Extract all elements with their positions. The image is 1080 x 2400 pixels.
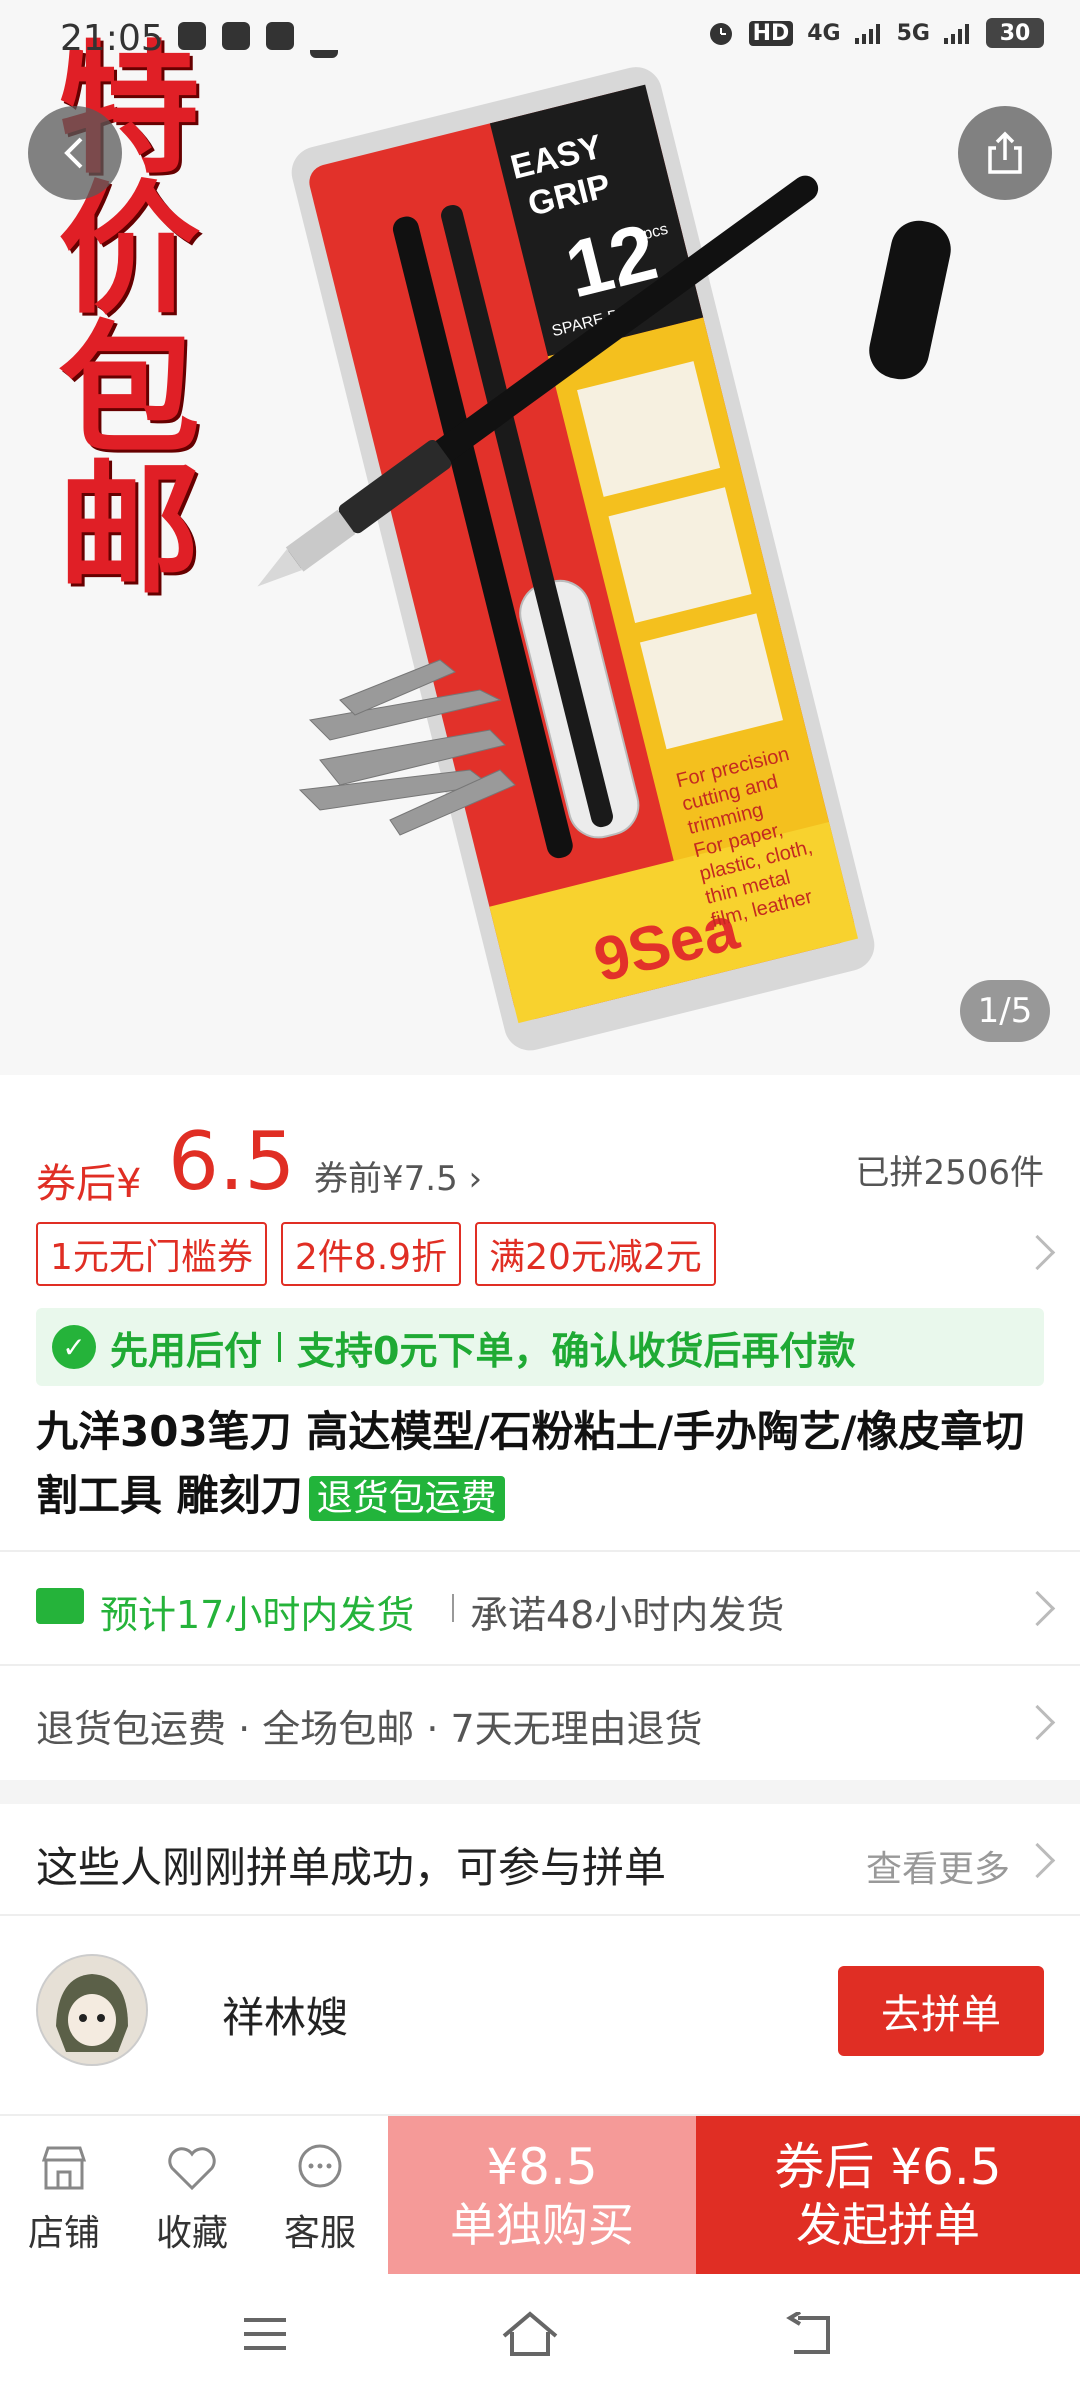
home-icon[interactable] (500, 2310, 560, 2358)
services-text: 退货包运费 · 全场包邮 · 7天无理由退货 (36, 1707, 703, 1751)
sold-count: 已拼2506件 (855, 1153, 1044, 1193)
tab-favorite[interactable]: 收藏 (128, 2116, 256, 2276)
group-buy-header: 这些人刚刚拼单成功，可参与拼单 查看更多 (0, 1804, 1080, 1916)
buy-alone-button[interactable]: ¥8.5 单独购买 (388, 2116, 696, 2276)
group-buy-heading: 这些人刚刚拼单成功，可参与拼单 (36, 1843, 667, 1892)
coupon-tag[interactable]: 1元无门槛券 (36, 1222, 267, 1286)
product-image-carousel[interactable]: EASY GRIP 12 pcs SPARE BLADE 9Sea For pr… (0, 0, 1080, 1075)
product-title-text: 九洋303笔刀 高达模型/石粉粘土/手办陶艺/橡皮章切割工具 雕刻刀 (36, 1407, 1025, 1520)
after-coupon-price: 6.5 (168, 1115, 296, 1208)
back-nav-icon[interactable] (784, 2312, 834, 2356)
see-more-link[interactable]: 查看更多 (866, 1840, 1010, 1892)
services-row[interactable]: 退货包运费 · 全场包邮 · 7天无理由退货 (0, 1664, 1080, 1778)
section-divider (0, 1780, 1080, 1804)
coupon-tag[interactable]: 满20元减2元 (475, 1222, 716, 1286)
chevron-right-icon[interactable] (1019, 1234, 1056, 1271)
alarm-icon (709, 23, 732, 45)
image-page-indicator: 1/5 (960, 980, 1050, 1042)
tab-label: 客服 (283, 2213, 356, 2254)
crown-icon (310, 22, 338, 58)
before-coupon-price[interactable]: 券前¥7.5 › (314, 1151, 482, 1200)
divider (278, 1332, 282, 1362)
hd-indicator: HD (748, 20, 794, 46)
mail-icon (266, 22, 294, 50)
group-member-row: 祥林嫂 去拼单 (0, 1916, 1080, 2106)
shipping-row[interactable]: 预计17小时内发货 承诺48小时内发货 (0, 1550, 1080, 1664)
chevron-right-icon (1019, 1590, 1056, 1627)
pay-later-title: 先用后付 (110, 1328, 263, 1373)
share-button[interactable] (958, 106, 1052, 200)
menu-icon[interactable] (240, 2314, 290, 2354)
after-coupon-label: 券后¥ (36, 1161, 142, 1207)
solo-label: 单独购买 (450, 2198, 634, 2252)
tv-icon (178, 22, 206, 50)
before-coupon-text: 券前¥7.5 (314, 1159, 458, 1199)
pay-later-desc: 支持0元下单，确认收货后再付款 (297, 1328, 856, 1373)
group-price: 券后 ¥6.5 (774, 2138, 1002, 2196)
member-name: 祥林嫂 (222, 1993, 349, 2042)
signal-icon (944, 24, 969, 44)
truck-icon (36, 1588, 84, 1624)
network-5g: 5G (896, 20, 930, 46)
chevron-right-icon[interactable] (1019, 1842, 1056, 1879)
tab-customer-service[interactable]: 客服 (256, 2116, 384, 2276)
coupon-tag[interactable]: 2件8.9折 (280, 1222, 462, 1286)
signal-icon (854, 24, 880, 44)
price-row: 券后¥ 6.5 券前¥7.5 › 已拼2506件 (36, 1115, 1044, 1208)
chat-icon (298, 2144, 342, 2188)
divider (452, 1594, 454, 1622)
share-icon (988, 131, 1022, 174)
product-title: 九洋303笔刀 高达模型/石粉粘土/手办陶艺/橡皮章切割工具 雕刻刀 退货包运费 (36, 1400, 1046, 1531)
notification-icons (178, 22, 338, 58)
return-shipping-badge: 退货包运费 (308, 1476, 505, 1521)
avatar (36, 1954, 148, 2066)
chevron-right-icon: › (468, 1159, 483, 1199)
pay-later-banner[interactable]: ✓ 先用后付 支持0元下单，确认收货后再付款 (36, 1308, 1044, 1386)
system-navigation-bar (0, 2274, 1080, 2400)
pay-later-icon: ✓ (52, 1325, 96, 1369)
chevron-right-icon (1019, 1704, 1056, 1741)
app-notification-icon (222, 22, 250, 50)
store-icon (41, 2146, 87, 2190)
shipping-promise: 承诺48小时内发货 (470, 1593, 785, 1637)
bottom-action-bar: 店铺 收藏 客服 ¥8.5 单独购买 券后 ¥6.5 发起拼单 (0, 2114, 1080, 2276)
status-bar: 21:05 HD 4G 5G 30 (0, 0, 1080, 80)
heart-icon (168, 2147, 216, 2191)
network-4g: 4G (807, 20, 841, 46)
coupon-list[interactable]: 1元无门槛券 2件8.9折 满20元减2元 (36, 1222, 716, 1286)
tab-label: 店铺 (27, 2213, 100, 2254)
status-time: 21:05 (60, 18, 164, 59)
back-button[interactable] (28, 106, 122, 200)
solo-price: ¥8.5 (486, 2138, 598, 2196)
tab-store[interactable]: 店铺 (0, 2116, 128, 2276)
status-right: HD 4G 5G 30 (707, 18, 1044, 48)
group-label: 发起拼单 (796, 2198, 980, 2252)
battery-icon: 30 (986, 18, 1044, 48)
join-group-button[interactable]: 去拼单 (838, 1966, 1044, 2056)
start-group-buy-button[interactable]: 券后 ¥6.5 发起拼单 (696, 2116, 1080, 2276)
tab-label: 收藏 (155, 2213, 228, 2254)
chevron-left-icon (64, 137, 83, 169)
shipping-estimate: 预计17小时内发货 (100, 1593, 415, 1637)
